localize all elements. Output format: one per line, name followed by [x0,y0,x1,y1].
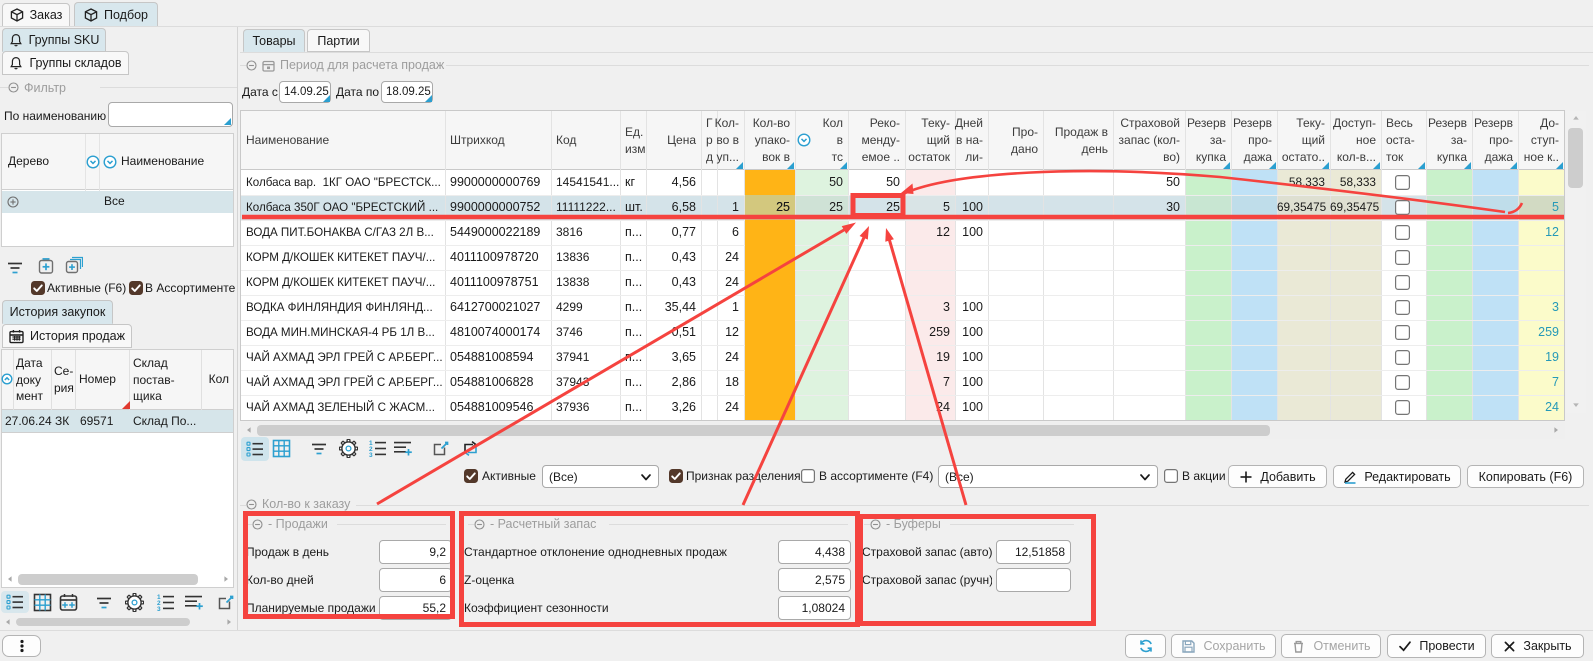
svg-text:3: 3 [369,452,373,458]
svg-text:3: 3 [157,606,161,612]
